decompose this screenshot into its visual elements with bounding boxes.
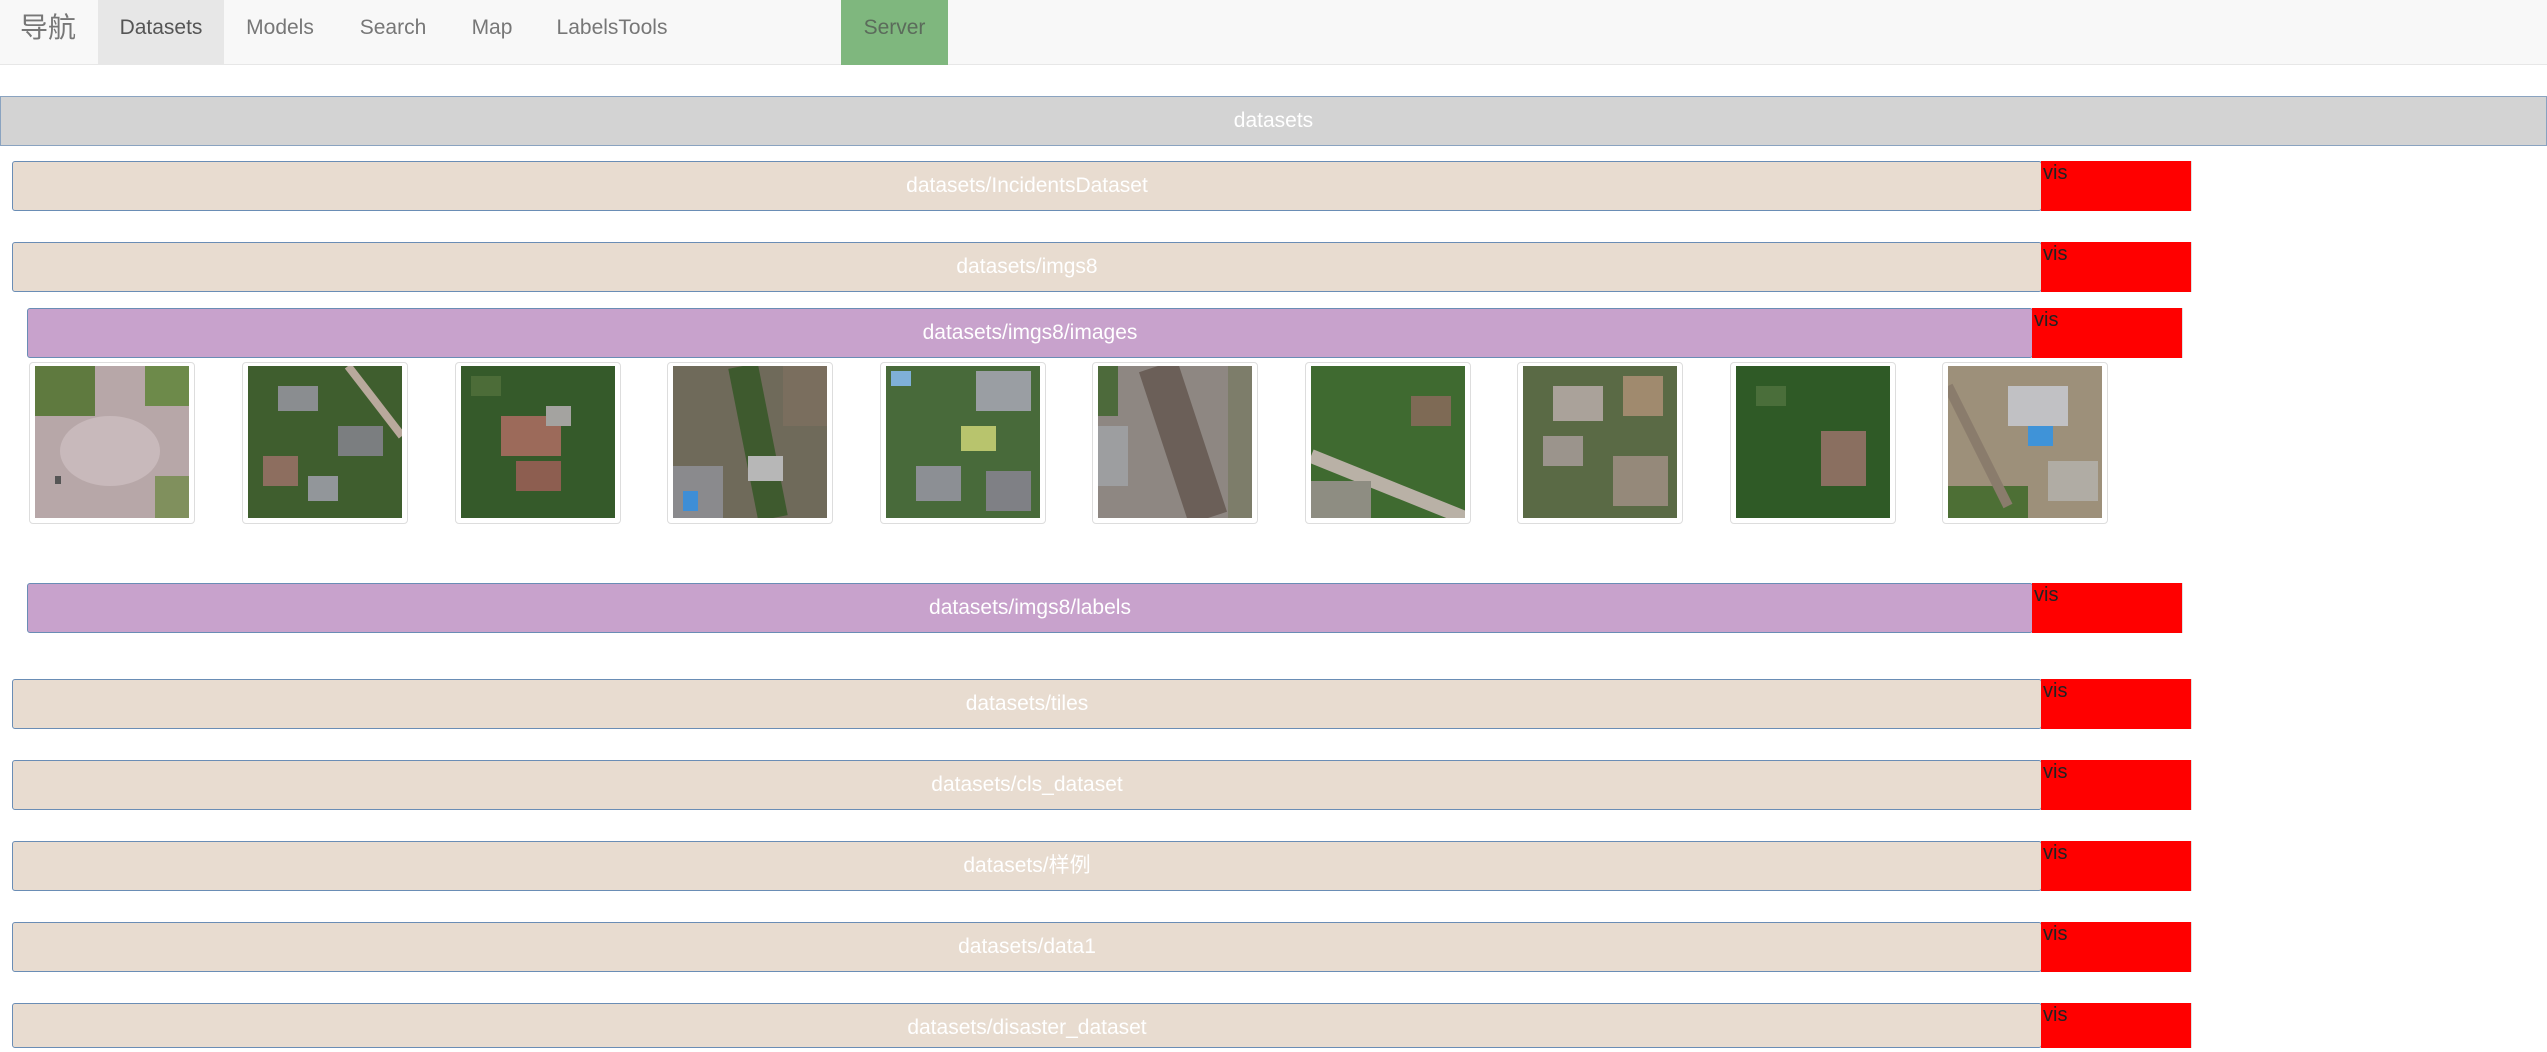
vis-button-imgs8-labels[interactable]: vis: [2032, 583, 2183, 633]
folder-disaster-dataset[interactable]: datasets/disaster_dataset: [12, 1003, 2042, 1048]
aerial-image: [886, 366, 1040, 518]
folder-imgs8-labels[interactable]: datasets/imgs8/labels: [27, 583, 2033, 633]
root-folder-bar[interactable]: datasets: [0, 96, 2547, 146]
vis-button-imgs8-images[interactable]: vis: [2032, 308, 2183, 358]
folder-data1[interactable]: datasets/data1: [12, 922, 2042, 972]
aerial-image: [461, 366, 615, 518]
image-thumbnail[interactable]: [242, 362, 408, 524]
image-thumbnail[interactable]: [455, 362, 621, 524]
image-thumbnail[interactable]: [880, 362, 1046, 524]
image-thumbnail[interactable]: [1092, 362, 1258, 524]
aerial-image: [1736, 366, 1890, 518]
folder-tiles[interactable]: datasets/tiles: [12, 679, 2042, 729]
top-navbar: 导航 Datasets Models Search Map LabelsTool…: [0, 0, 2547, 65]
folder-imgs8[interactable]: datasets/imgs8: [12, 242, 2042, 292]
image-thumbnail[interactable]: [1305, 362, 1471, 524]
aerial-image: [1311, 366, 1465, 518]
nav-item-datasets[interactable]: Datasets: [98, 0, 224, 65]
image-thumbnail[interactable]: [1942, 362, 2108, 524]
folder-samples[interactable]: datasets/样例: [12, 841, 2042, 891]
folder-cls-dataset[interactable]: datasets/cls_dataset: [12, 760, 2042, 810]
image-thumbnail[interactable]: [1517, 362, 1683, 524]
folder-imgs8-images[interactable]: datasets/imgs8/images: [27, 308, 2033, 358]
nav-item-map[interactable]: Map: [450, 0, 534, 65]
vis-button-tiles[interactable]: vis: [2041, 679, 2192, 729]
vis-button-incidentsdataset[interactable]: vis: [2041, 161, 2192, 211]
aerial-image: [1948, 366, 2102, 518]
vis-button-imgs8[interactable]: vis: [2041, 242, 2192, 292]
nav-item-labelstools[interactable]: LabelsTools: [534, 0, 690, 65]
vis-button-cls-dataset[interactable]: vis: [2041, 760, 2192, 810]
aerial-image: [35, 366, 189, 518]
aerial-image: [248, 366, 402, 518]
nav-item-search[interactable]: Search: [336, 0, 450, 65]
nav-item-models[interactable]: Models: [224, 0, 336, 65]
aerial-image: [1523, 366, 1677, 518]
image-thumbnail[interactable]: [667, 362, 833, 524]
server-button[interactable]: Server: [841, 0, 948, 65]
navbar-brand[interactable]: 导航: [20, 0, 76, 65]
image-thumbnail[interactable]: [29, 362, 195, 524]
aerial-image: [1098, 366, 1252, 518]
vis-button-data1[interactable]: vis: [2041, 922, 2192, 972]
image-thumbnail[interactable]: [1730, 362, 1896, 524]
vis-button-samples[interactable]: vis: [2041, 841, 2192, 891]
aerial-image: [673, 366, 827, 518]
folder-incidentsdataset[interactable]: datasets/IncidentsDataset: [12, 161, 2042, 211]
vis-button-disaster-dataset[interactable]: vis: [2041, 1003, 2192, 1048]
